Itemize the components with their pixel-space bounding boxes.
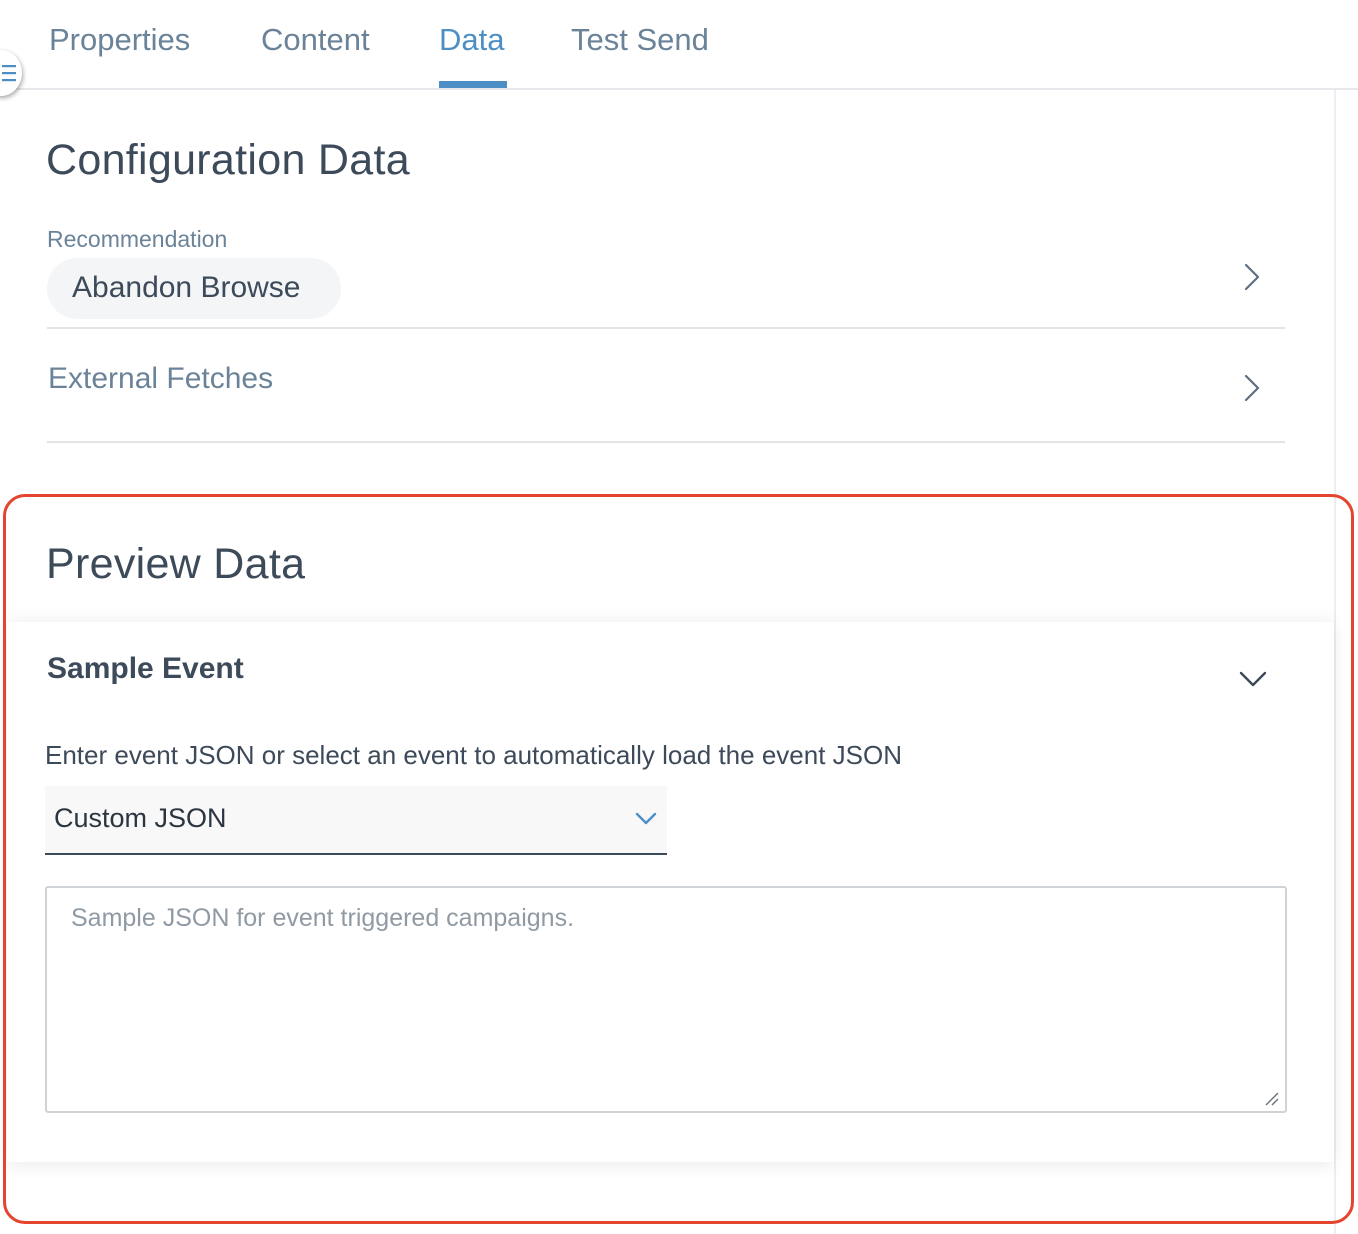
- preview-data-heading: Preview Data: [46, 540, 306, 588]
- scrollbar-track[interactable]: [1334, 90, 1336, 1234]
- configuration-data-heading: Configuration Data: [46, 136, 410, 184]
- tab-test-send[interactable]: Test Send: [571, 22, 709, 88]
- chevron-right-icon[interactable]: [1243, 374, 1261, 402]
- chevron-right-icon[interactable]: [1243, 263, 1261, 291]
- tab-content[interactable]: Content: [261, 22, 370, 88]
- event-select[interactable]: Custom JSON: [45, 786, 667, 855]
- recommendation-chip[interactable]: Abandon Browse: [47, 258, 341, 319]
- sample-event-panel: Sample Event Enter event JSON or select …: [7, 622, 1334, 1162]
- divider: [47, 327, 1285, 329]
- sample-event-description: Enter event JSON or select an event to a…: [45, 740, 902, 770]
- divider: [47, 441, 1285, 443]
- sample-json-input[interactable]: [45, 886, 1287, 1113]
- external-fetches-row[interactable]: External Fetches: [48, 362, 273, 396]
- resize-grip-icon[interactable]: [1264, 1091, 1280, 1107]
- chevron-down-icon[interactable]: [1239, 671, 1267, 687]
- sample-event-title: Sample Event: [47, 652, 244, 685]
- hamburger-icon: [2, 65, 16, 82]
- tab-properties[interactable]: Properties: [49, 22, 190, 88]
- tab-bar: Properties Content Data Test Send: [0, 0, 1358, 90]
- chevron-down-icon: [635, 812, 657, 825]
- tab-data[interactable]: Data: [439, 22, 507, 88]
- recommendation-label: Recommendation: [47, 226, 228, 252]
- event-select-value: Custom JSON: [54, 803, 227, 833]
